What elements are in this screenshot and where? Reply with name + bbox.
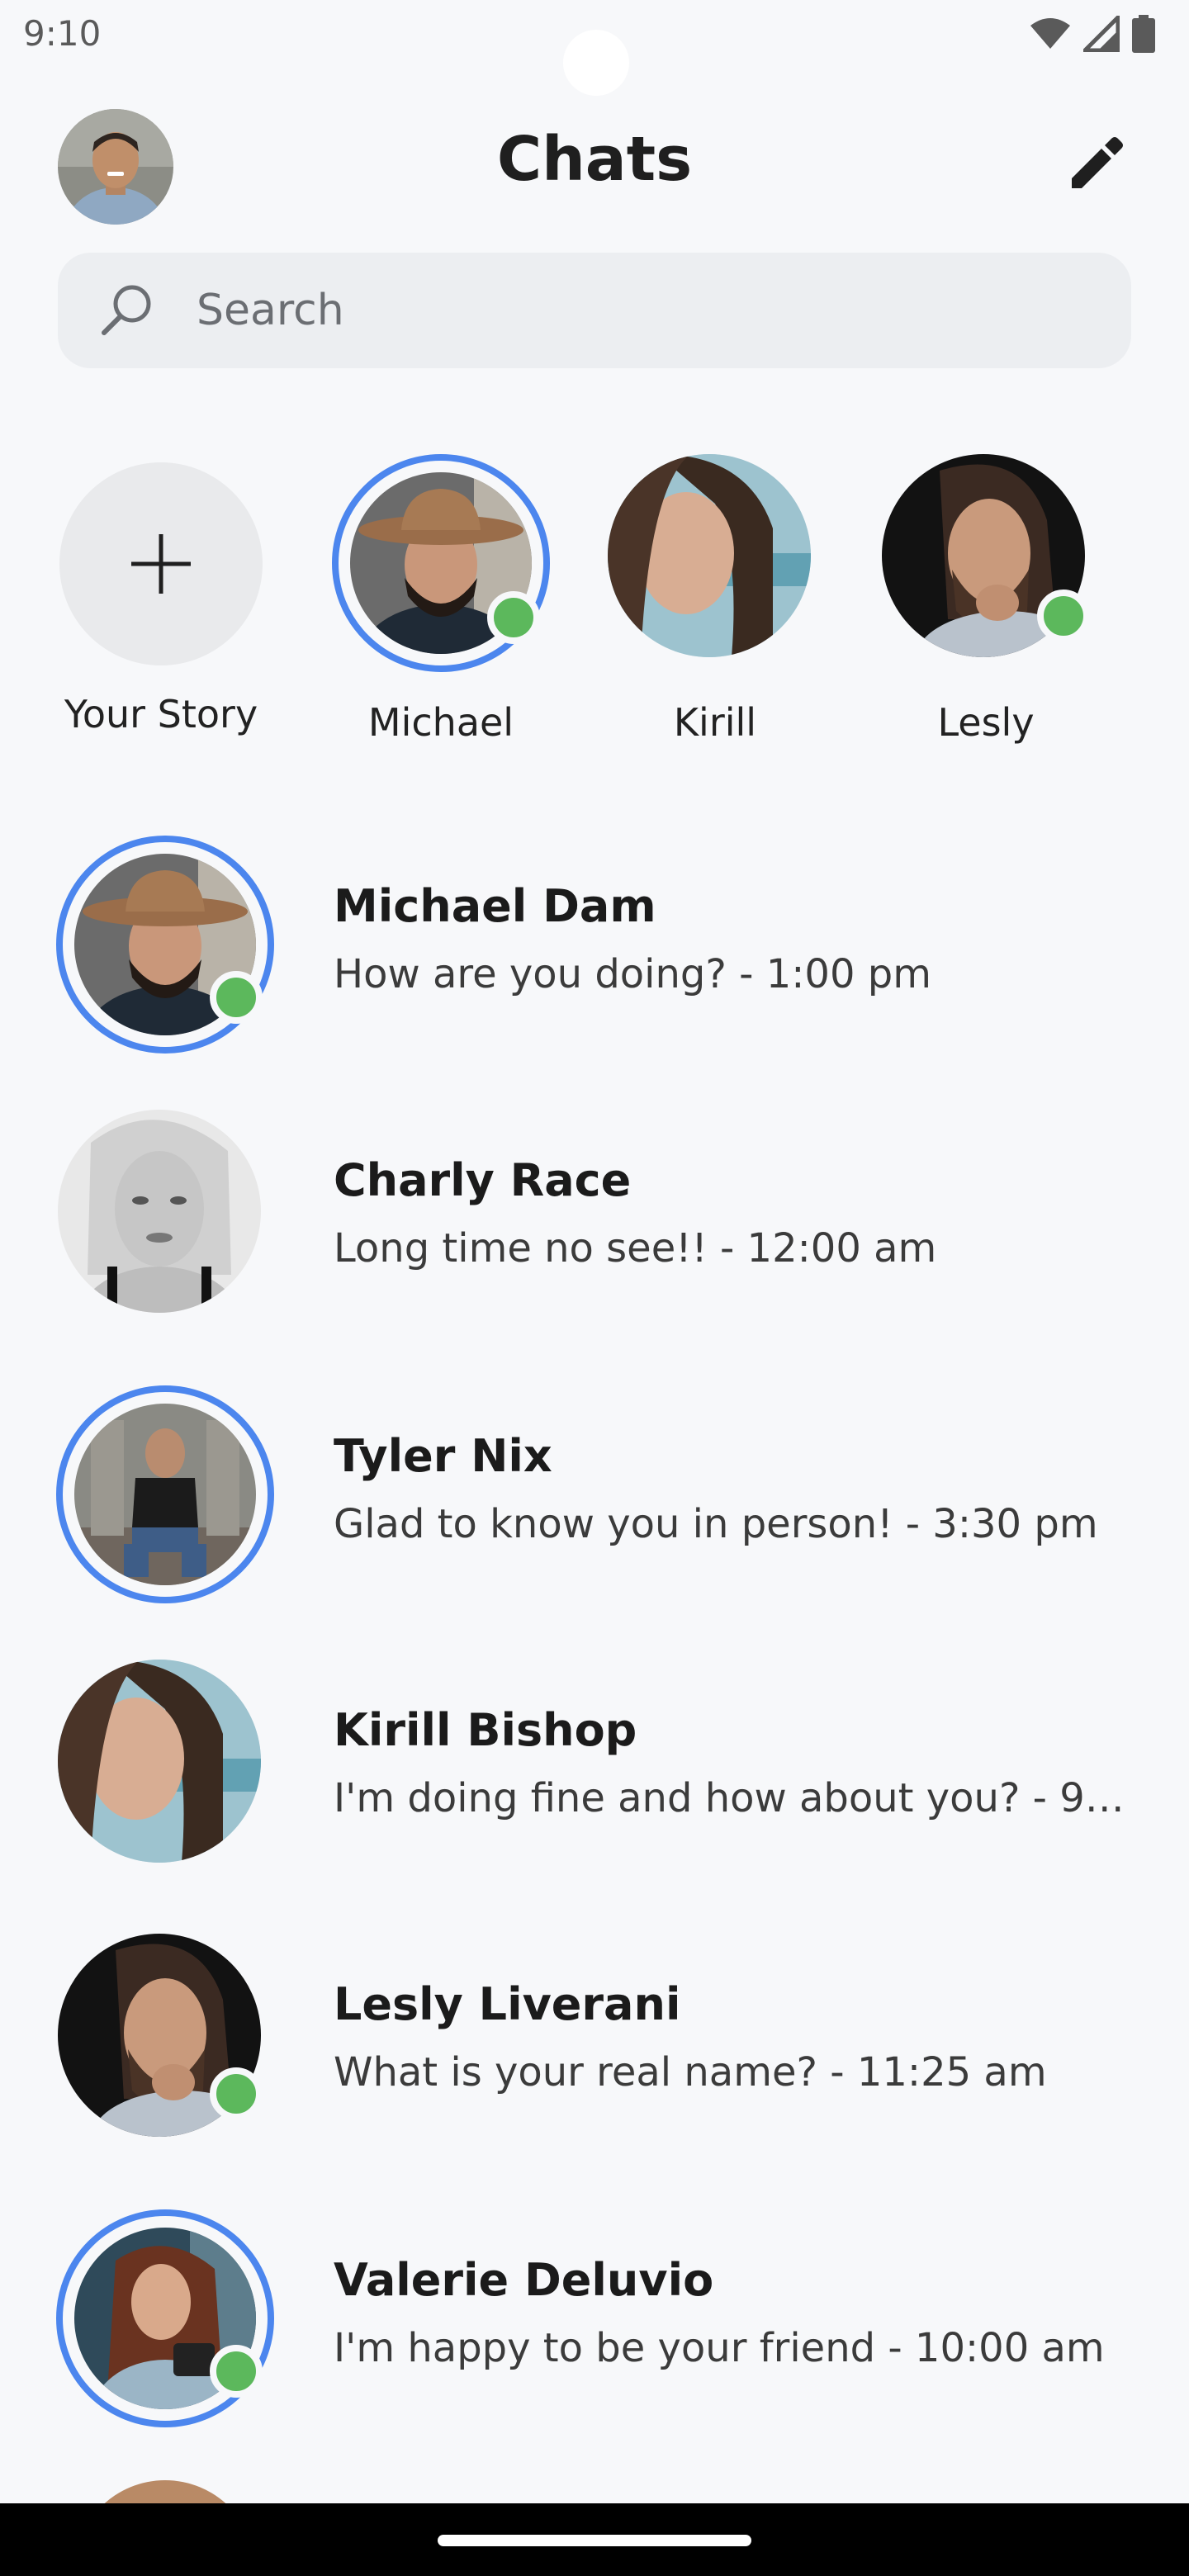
story-lesly[interactable]: Lesly [880, 452, 1111, 758]
chat-row-lesly-liverani[interactable]: Lesly Liverani What is your real name? -… [0, 1934, 1189, 2181]
online-indicator [210, 2067, 263, 2120]
page-title: Chats [496, 124, 693, 195]
chat-preview: Long time no see!! - 12:00 am [334, 1225, 937, 1271]
status-time: 9:10 [23, 13, 102, 54]
story-kirill[interactable]: Kirill [604, 452, 836, 758]
chat-avatar [56, 1385, 274, 1603]
story-michael[interactable]: Michael [329, 452, 560, 758]
story-avatar [604, 452, 836, 684]
home-indicator[interactable] [438, 2535, 751, 2546]
online-indicator [487, 591, 540, 644]
online-indicator [210, 2345, 263, 2398]
plus-icon [131, 534, 191, 594]
chat-name: Tyler Nix [334, 1430, 552, 1482]
status-icons [1029, 15, 1156, 53]
chat-preview: Glad to know you in person! - 3:30 pm [334, 1501, 1098, 1547]
story-label: Kirill [673, 700, 757, 745]
search-bar[interactable] [58, 253, 1131, 368]
wifi-icon [1030, 18, 1070, 49]
chat-avatar [56, 1934, 274, 2152]
story-label: Your Story [64, 692, 258, 736]
story-avatar [880, 452, 1111, 684]
chat-name: Lesly Liverani [334, 1978, 681, 2030]
avatar [58, 1660, 261, 1863]
chat-row-michael-dam[interactable]: Michael Dam How are you doing? - 1:00 pm [0, 836, 1189, 1083]
signal-icon [1083, 16, 1120, 52]
chat-preview: I'm doing fine and how about you? - 9:0… [334, 1775, 1126, 1821]
navigation-bar [0, 2503, 1189, 2576]
chat-avatar [56, 1660, 274, 1878]
camera-cutout [563, 30, 629, 96]
avatar [74, 1404, 256, 1585]
chat-name: Valerie Deluvio [334, 2254, 714, 2306]
online-indicator [210, 971, 263, 1024]
chat-name: Kirill Bishop [334, 1704, 637, 1756]
compose-button[interactable] [1065, 132, 1128, 195]
compose-icon [1072, 137, 1123, 188]
chat-avatar [56, 836, 274, 1054]
chat-name: Michael Dam [334, 880, 656, 932]
search-input[interactable] [197, 253, 1105, 368]
story-your-story[interactable]: Your Story [53, 452, 284, 758]
story-avatar [329, 452, 560, 684]
chat-preview: How are you doing? - 1:00 pm [334, 951, 931, 997]
avatar [608, 454, 811, 657]
chat-row-tyler-nix[interactable]: Tyler Nix Glad to know you in person! - … [0, 1385, 1189, 1633]
battery-icon [1132, 15, 1155, 53]
chat-row-charly-race[interactable]: Charly Race Long time no see!! - 12:00 a… [0, 1110, 1189, 1357]
chat-row-valerie-deluvio[interactable]: Valerie Deluvio I'm happy to be your fri… [0, 2209, 1189, 2457]
story-label: Lesly [937, 700, 1035, 745]
chat-name: Charly Race [334, 1154, 632, 1206]
chats-screen: 9:10 Chats Search Your Story Michael Kir… [0, 0, 1189, 2576]
chat-avatar [56, 2209, 274, 2427]
story-label: Michael [367, 700, 514, 745]
chat-row-kirill-bishop[interactable]: Kirill Bishop I'm doing fine and how abo… [0, 1660, 1189, 1907]
search-icon [102, 285, 151, 335]
online-indicator [1037, 590, 1090, 642]
chat-preview: What is your real name? - 11:25 am [334, 2049, 1047, 2095]
status-bar: 9:10 [0, 0, 1189, 96]
avatar [58, 1110, 261, 1313]
chat-preview: I'm happy to be your friend - 10:00 am [334, 2325, 1105, 2371]
chat-avatar [56, 1110, 274, 1328]
add-story-button[interactable] [53, 452, 284, 684]
